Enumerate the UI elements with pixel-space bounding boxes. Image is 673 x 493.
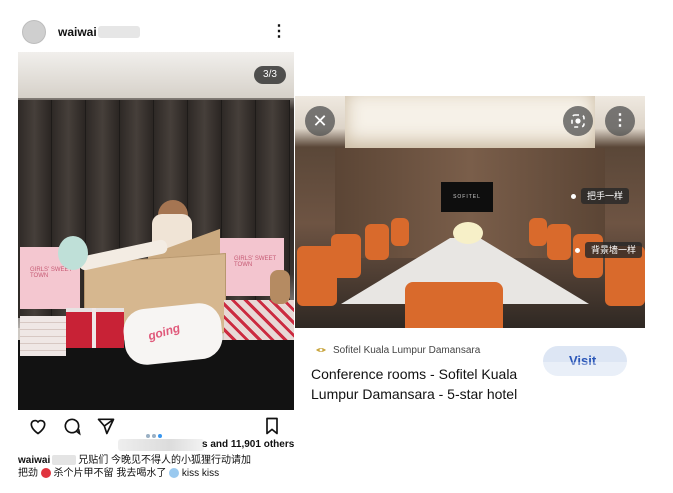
wall-screen: SOFITEL xyxy=(441,182,493,212)
annotation-tag: 背景墙一样 xyxy=(585,242,643,258)
slippers xyxy=(58,236,88,270)
likes-line: s and 11,901 others xyxy=(18,437,294,453)
place-photo[interactable]: SOFITEL ✕ ⋮ 把手一样 背景墙一样 xyxy=(295,96,645,328)
share-icon[interactable] xyxy=(96,416,116,436)
annotation-marker xyxy=(575,248,580,253)
chair xyxy=(365,224,389,260)
screenshot-collage: waiwai ⋮ GIRLS' SWEET TOWN GIRLS' SWEET … xyxy=(0,0,673,493)
chair xyxy=(547,224,571,260)
caption-text: 把劲 xyxy=(18,468,38,479)
gift-stack xyxy=(20,316,66,356)
username-redaction xyxy=(52,455,77,466)
box-label: GIRLS' SWEET TOWN xyxy=(234,256,277,268)
ceiling xyxy=(18,52,294,98)
caption-text: 杀个片甲不留 我去喝水了 xyxy=(53,468,167,479)
lens-icon[interactable] xyxy=(563,106,593,136)
likes-redaction xyxy=(118,439,204,451)
post-username[interactable]: waiwai xyxy=(58,25,97,39)
more-icon[interactable]: ⋮ xyxy=(271,21,287,43)
post-caption: waiwai 兄贴们 今晚见不得人的小狐狸行动请加 把劲 杀个片甲不留 我去喝水了… xyxy=(18,454,294,480)
close-icon[interactable]: ✕ xyxy=(305,106,335,136)
caption-text: kiss kiss xyxy=(181,468,220,479)
watermark-overlay xyxy=(533,362,633,380)
annotation-marker xyxy=(571,194,576,199)
username-redaction xyxy=(98,26,140,38)
post-actions xyxy=(18,410,294,438)
comment-icon[interactable] xyxy=(62,416,82,436)
ceiling-light xyxy=(345,96,595,148)
flower-arrangement xyxy=(453,222,483,244)
caption-username[interactable]: waiwai xyxy=(18,455,50,466)
droplets-emoji-icon xyxy=(169,468,180,479)
instagram-post: waiwai ⋮ GIRLS' SWEET TOWN GIRLS' SWEET … xyxy=(18,14,294,484)
chair xyxy=(391,218,409,246)
bookmark-icon[interactable] xyxy=(262,416,282,436)
post-photo[interactable]: GIRLS' SWEET TOWN GIRLS' SWEET TOWN goin… xyxy=(18,52,294,410)
carousel-dots xyxy=(146,425,168,438)
maps-place-card: SOFITEL ✕ ⋮ 把手一样 背景墙一样 Sofitel Kuala Lum… xyxy=(295,96,645,406)
avatar[interactable] xyxy=(22,20,46,44)
more-icon[interactable]: ⋮ xyxy=(605,106,635,136)
chair xyxy=(405,282,503,328)
caption-text: 兄贴们 今晚见不得人的小狐狸行动请加 xyxy=(78,455,252,466)
no-entry-emoji-icon xyxy=(40,468,51,479)
likes-count[interactable]: s and 11,901 others xyxy=(202,439,294,450)
annotation-tag: 把手一样 xyxy=(581,188,630,204)
post-header: waiwai ⋮ xyxy=(18,14,294,50)
red-gift-box xyxy=(66,308,124,348)
place-title[interactable]: Conference rooms - Sofitel Kuala Lumpur … xyxy=(311,364,547,404)
gift-pile xyxy=(224,300,294,340)
heart-icon[interactable] xyxy=(28,416,48,436)
chair xyxy=(331,234,361,278)
place-subtitle[interactable]: Sofitel Kuala Lumpur Damansara xyxy=(333,345,480,356)
pillow-text: going xyxy=(146,320,182,344)
hotel-icon xyxy=(316,348,326,352)
pillow: going xyxy=(121,301,225,367)
screen-logo: SOFITEL xyxy=(453,194,481,200)
chair xyxy=(529,218,547,246)
teddy-bear xyxy=(270,270,290,304)
photo-counter: 3/3 xyxy=(254,66,286,84)
